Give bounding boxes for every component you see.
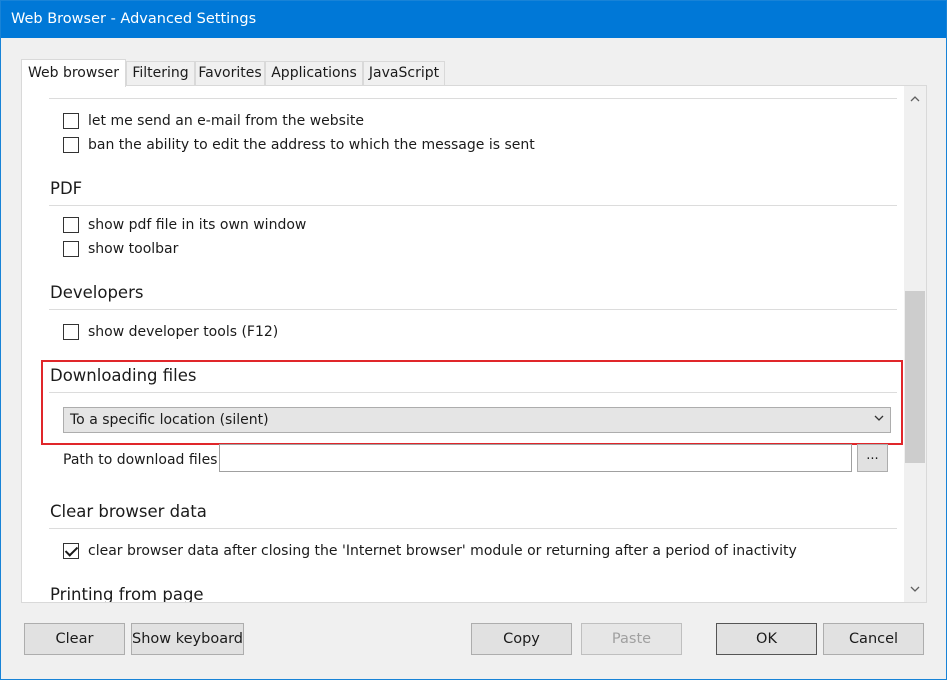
download-path-label: Path to download files: — [63, 452, 223, 468]
developer-tools-label: show developer tools (F12) — [88, 324, 279, 340]
settings-panel: let me send an e-mail from the website b… — [21, 85, 927, 603]
developer-tools-checkbox[interactable] — [63, 324, 79, 340]
ban-edit-address-label: ban the ability to edit the address to w… — [88, 137, 535, 153]
window-title: Web Browser - Advanced Settings — [11, 11, 257, 27]
downloading-section-title: Downloading files — [50, 366, 197, 385]
pdf-own-window-option[interactable]: show pdf file in its own window — [63, 215, 306, 235]
section-divider — [49, 98, 897, 99]
section-divider — [49, 528, 897, 529]
tab-filtering[interactable]: Filtering — [126, 61, 195, 86]
clear-button[interactable]: Clear — [24, 623, 125, 655]
pdf-own-window-checkbox[interactable] — [63, 217, 79, 233]
email-send-label: let me send an e-mail from the website — [88, 113, 364, 129]
download-location-select[interactable]: To a specific location (silent) — [63, 407, 891, 433]
show-keyboard-button[interactable]: Show keyboard — [131, 623, 244, 655]
cancel-button[interactable]: Cancel — [823, 623, 924, 655]
printing-section-title: Printing from page — [50, 585, 204, 602]
clear-data-option[interactable]: clear browser data after closing the 'In… — [63, 541, 797, 561]
developer-tools-option[interactable]: show developer tools (F12) — [63, 322, 278, 342]
copy-button[interactable]: Copy — [471, 623, 572, 655]
scroll-down-icon[interactable] — [910, 584, 920, 594]
email-send-option[interactable]: let me send an e-mail from the website — [63, 111, 364, 131]
ban-edit-address-checkbox[interactable] — [63, 137, 79, 153]
pdf-own-window-label: show pdf file in its own window — [88, 217, 307, 233]
title-bar: Web Browser - Advanced Settings — [1, 1, 946, 38]
scroll-thumb[interactable] — [905, 291, 925, 463]
ok-button[interactable]: OK — [716, 623, 817, 655]
scroll-up-icon[interactable] — [910, 94, 920, 104]
clear-data-checkbox[interactable] — [63, 543, 79, 559]
tab-favorites[interactable]: Favorites — [195, 61, 265, 86]
pdf-toolbar-checkbox[interactable] — [63, 241, 79, 257]
download-location-value: To a specific location (silent) — [70, 412, 269, 428]
pdf-toolbar-label: show toolbar — [88, 241, 179, 257]
pdf-section-title: PDF — [50, 179, 83, 198]
tab-javascript[interactable]: JavaScript — [363, 61, 445, 86]
section-divider — [49, 205, 897, 206]
clear-data-label: clear browser data after closing the 'In… — [88, 543, 797, 559]
paste-button[interactable]: Paste — [581, 623, 682, 655]
settings-window: Web Browser - Advanced Settings Web brow… — [0, 0, 947, 680]
section-divider — [49, 309, 897, 310]
chevron-down-icon — [874, 415, 884, 421]
developers-section-title: Developers — [50, 283, 144, 302]
browse-path-button[interactable]: ... — [857, 444, 888, 472]
vertical-scrollbar[interactable] — [904, 86, 926, 602]
pdf-toolbar-option[interactable]: show toolbar — [63, 239, 178, 259]
tab-applications[interactable]: Applications — [265, 61, 363, 86]
download-path-input[interactable] — [219, 444, 852, 472]
email-send-checkbox[interactable] — [63, 113, 79, 129]
tab-web-browser[interactable]: Web browser — [21, 59, 126, 87]
clear-data-section-title: Clear browser data — [50, 502, 207, 521]
settings-content: let me send an e-mail from the website b… — [22, 86, 904, 602]
section-divider — [49, 392, 897, 393]
ban-edit-address-option[interactable]: ban the ability to edit the address to w… — [63, 135, 535, 155]
